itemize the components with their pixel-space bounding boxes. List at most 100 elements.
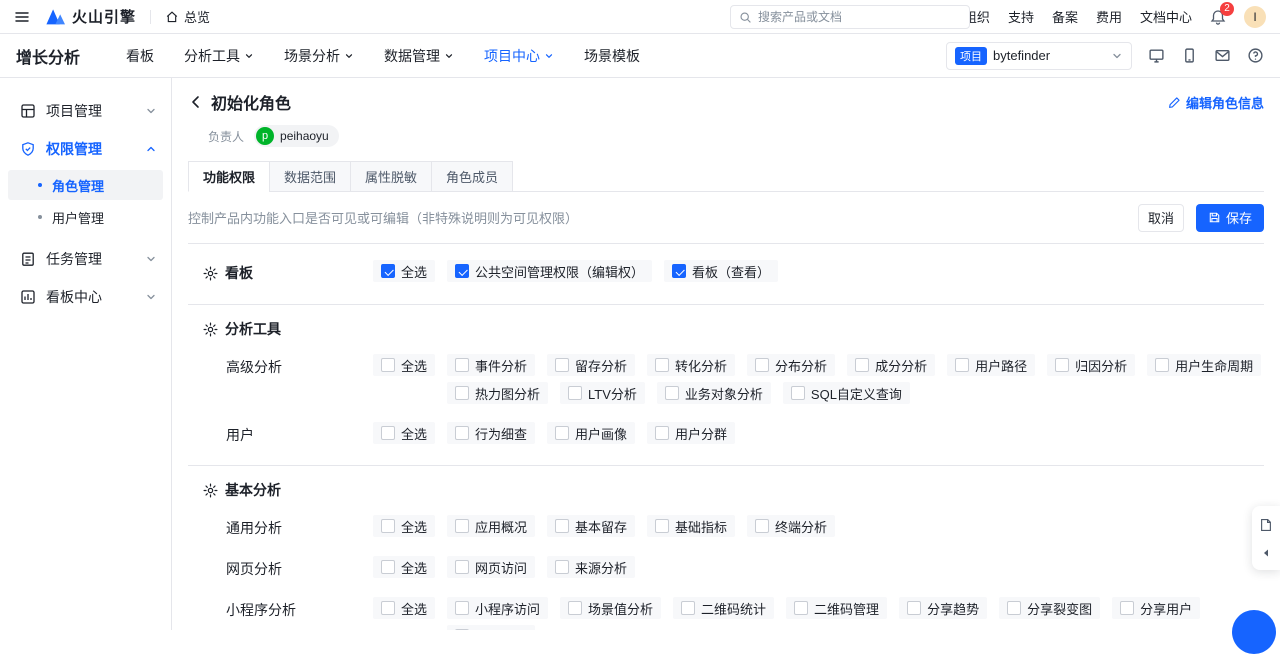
logo-text: 火山引擎	[72, 6, 136, 27]
back-button[interactable]	[188, 94, 204, 110]
gear-icon	[203, 483, 218, 498]
user-avatar[interactable]: I	[1244, 6, 1266, 28]
permission-checkbox[interactable]: 全选	[373, 354, 435, 376]
divider	[150, 10, 151, 24]
permission-checkbox[interactable]: 留存分析	[547, 354, 635, 376]
permission-checkbox[interactable]: 全选	[373, 422, 435, 444]
permission-checkbox[interactable]: 成分分析	[847, 354, 935, 376]
feedback-doc-icon[interactable]	[1259, 518, 1273, 532]
permission-checkbox[interactable]: 网页访问	[447, 556, 535, 578]
task-icon	[20, 251, 36, 267]
checkbox-label: 小程序访问	[475, 599, 540, 618]
checkbox-unchecked	[555, 560, 569, 574]
permission-checkbox[interactable]: 归因分析	[1047, 354, 1135, 376]
permission-checkbox[interactable]: 用户路径	[947, 354, 1035, 376]
permission-checkbox[interactable]: 二维码管理	[786, 597, 887, 619]
permission-checkbox[interactable]: 用户分群	[647, 422, 735, 444]
permission-checkbox[interactable]: LTV分析	[560, 382, 645, 404]
help-icon[interactable]	[1247, 47, 1264, 64]
permission-checkbox[interactable]: 二维码统计	[673, 597, 774, 619]
permission-checkbox[interactable]: 分享裂变图	[999, 597, 1100, 619]
checkbox-label: 分布分析	[775, 356, 827, 375]
permission-checkbox[interactable]: 分布分析	[747, 354, 835, 376]
permission-checkbox[interactable]: 全选	[373, 515, 435, 537]
overview-link[interactable]: 总览	[165, 7, 210, 26]
tab[interactable]: 角色成员	[431, 161, 513, 192]
topbar-link[interactable]: 费用	[1096, 7, 1122, 26]
permission-checkbox[interactable]: 小程序访问	[447, 597, 548, 619]
volcengine-logo[interactable]: 火山引擎	[46, 6, 136, 27]
permission-checkbox[interactable]: 全选	[373, 556, 435, 578]
permission-checkbox[interactable]: 全选	[373, 597, 435, 619]
permission-checkbox[interactable]: 热力图分析	[447, 382, 548, 404]
permission-checkbox[interactable]: 转化分析	[647, 354, 735, 376]
permission-checkbox[interactable]: 业务对象分析	[657, 382, 771, 404]
checkbox-unchecked	[665, 386, 679, 400]
permission-checkbox[interactable]: 基础指标	[647, 515, 735, 537]
nav-item[interactable]: 看板	[126, 46, 154, 66]
permission-checkbox[interactable]: 全选	[373, 260, 435, 282]
checkbox-unchecked	[555, 358, 569, 372]
cancel-button[interactable]: 取消	[1138, 204, 1184, 232]
search-input[interactable]	[758, 10, 961, 24]
tab[interactable]: 属性脱敏	[350, 161, 432, 192]
sidebar-item[interactable]: 项目管理	[0, 92, 171, 130]
nav-item[interactable]: 场景模板	[584, 46, 640, 66]
checkbox-label: 事件分析	[475, 356, 527, 375]
topbar-link[interactable]: 支持	[1008, 7, 1034, 26]
permission-checkbox[interactable]: 分享用户	[1112, 597, 1200, 619]
menu-icon[interactable]	[14, 9, 30, 25]
permission-checkbox[interactable]: 公共空间管理权限（编辑权）	[447, 260, 652, 282]
checkbox-label: 场景值分析	[588, 599, 653, 618]
permission-checkbox[interactable]: 行为细查	[447, 422, 535, 444]
edit-role-link[interactable]: 编辑角色信息	[1168, 93, 1264, 112]
tab[interactable]: 功能权限	[188, 161, 270, 192]
permission-checkbox[interactable]: 分享页面	[447, 625, 535, 630]
checkbox-label: 用户分群	[675, 424, 727, 443]
checkbox-label: 应用概况	[475, 517, 527, 536]
pill-line: 全选 应用概况 基本留存基础指标终端分析	[373, 515, 1264, 537]
collapse-arrow-icon[interactable]	[1261, 548, 1271, 558]
help-fab[interactable]	[1232, 610, 1276, 654]
sidebar-item[interactable]: 任务管理	[0, 240, 171, 278]
checkbox-unchecked	[455, 601, 469, 615]
section-title: 基本分析	[225, 480, 281, 500]
product-name[interactable]: 增长分析	[16, 44, 80, 68]
permission-checkbox[interactable]: 用户生命周期	[1147, 354, 1261, 376]
nav-item[interactable]: 数据管理	[384, 46, 454, 66]
save-icon	[1208, 211, 1221, 224]
notifications-button[interactable]: 2	[1210, 9, 1226, 25]
sidebar-item[interactable]: 权限管理	[0, 130, 171, 168]
save-button[interactable]: 保存	[1196, 204, 1264, 232]
nav-item-label: 场景分析	[284, 46, 340, 66]
caret-down-icon	[444, 51, 454, 61]
permission-checkbox[interactable]: 来源分析	[547, 556, 635, 578]
permission-checkbox[interactable]: 应用概况	[447, 515, 535, 537]
project-selector[interactable]: 项目 bytefinder	[946, 42, 1132, 70]
nav-item[interactable]: 场景分析	[284, 46, 354, 66]
search-box[interactable]	[730, 5, 970, 29]
sidebar-item[interactable]: 看板中心	[0, 278, 171, 316]
permission-checkbox[interactable]: 看板（查看）	[664, 260, 778, 282]
nav-item[interactable]: 分析工具	[184, 46, 254, 66]
topbar-link[interactable]: 备案	[1052, 7, 1078, 26]
permission-checkbox[interactable]: 场景值分析	[560, 597, 661, 619]
permission-checkbox[interactable]: 事件分析	[447, 354, 535, 376]
chevron-up-icon	[145, 143, 157, 155]
permission-checkbox[interactable]: 基本留存	[547, 515, 635, 537]
mobile-icon[interactable]	[1181, 47, 1198, 64]
nav-item[interactable]: 项目中心	[484, 46, 554, 66]
tab[interactable]: 数据范围	[269, 161, 351, 192]
checkbox-unchecked	[655, 426, 669, 440]
permission-row-label: 小程序分析	[226, 597, 373, 620]
permission-checkbox[interactable]: SQL自定义查询	[783, 382, 910, 404]
topbar-link[interactable]: 文档中心	[1140, 7, 1192, 26]
permission-checkbox[interactable]: 用户画像	[547, 422, 635, 444]
permission-checkbox[interactable]: 终端分析	[747, 515, 835, 537]
monitor-icon[interactable]	[1148, 47, 1165, 64]
sidebar-subitem[interactable]: 角色管理	[8, 170, 163, 200]
checkbox-unchecked	[455, 358, 469, 372]
permission-checkbox[interactable]: 分享趋势	[899, 597, 987, 619]
mail-icon[interactable]	[1214, 47, 1231, 64]
sidebar-subitem[interactable]: 用户管理	[8, 202, 163, 232]
